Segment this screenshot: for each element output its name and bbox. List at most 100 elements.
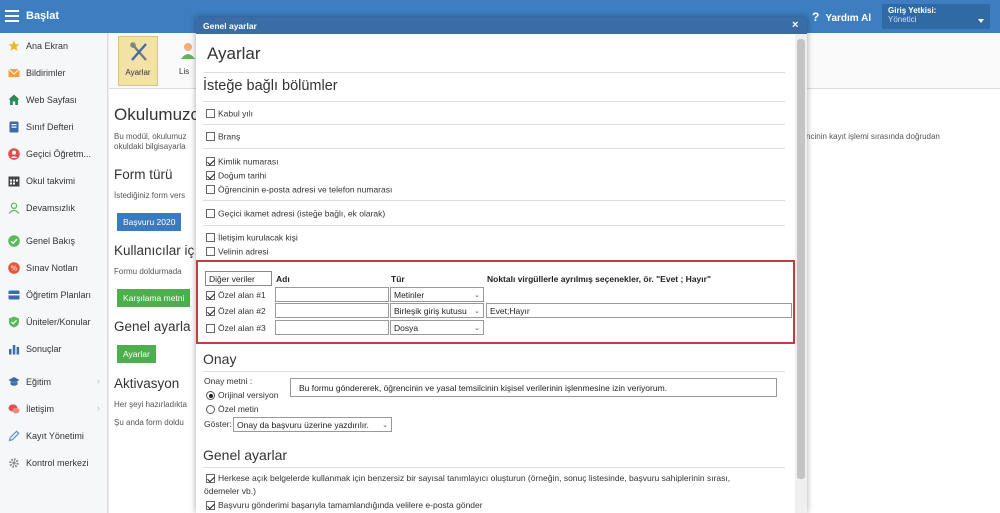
check-circle-icon	[8, 235, 20, 247]
star-icon	[8, 40, 20, 51]
welcome-text-button[interactable]: Karşılama metni	[117, 289, 191, 307]
checkbox[interactable]	[206, 291, 215, 301]
custom-field-row-3[interactable]: Özel alan #3	[206, 323, 266, 334]
checkbox[interactable]	[206, 474, 215, 484]
custom-field-row-2[interactable]: Özel alan #2	[206, 306, 266, 317]
activation-text-2: Şu anda form doldu	[114, 418, 184, 427]
sidebar-item-label: Web Sayfası	[26, 95, 77, 105]
checkbox-label: Kimlik numarası	[218, 156, 279, 167]
optional-field-birth-date[interactable]: Doğum tarihi	[206, 170, 266, 181]
divider	[203, 371, 785, 372]
radio-custom-text[interactable]: Özel metin	[206, 404, 259, 415]
sidebar-item-teaching-plans[interactable]: Öğretim Planları	[0, 284, 108, 306]
sidebar-item-school-calendar[interactable]: Okul takvimi	[0, 170, 108, 192]
optional-field-admission-year[interactable]: Kabul yılı	[206, 108, 253, 119]
ribbon-settings-button[interactable]: Ayarlar	[118, 36, 158, 86]
custom-field-3-name-input[interactable]	[275, 320, 389, 335]
radio-button[interactable]	[206, 391, 215, 401]
sidebar-item-registration[interactable]: Kayıt Yönetimi	[0, 425, 108, 447]
custom-field-1-type-select[interactable]: Metinler ⌄	[390, 287, 484, 302]
dialog-page-title: Ayarlar	[207, 44, 261, 63]
sidebar-item-control-center[interactable]: Kontrol merkezi	[0, 452, 108, 474]
checkbox[interactable]	[206, 132, 215, 142]
person-icon	[8, 148, 20, 160]
show-label: Göster:	[204, 419, 232, 429]
optional-sections-heading: İsteğe bağlı bölümler	[203, 78, 338, 94]
sidebar-item-overview[interactable]: Genel Bakış	[0, 230, 108, 252]
optional-field-id-number[interactable]: Kimlik numarası	[206, 156, 278, 167]
custom-field-1-name-input[interactable]	[275, 287, 389, 302]
svg-text:%: %	[11, 265, 18, 273]
caret-down-icon	[978, 19, 984, 23]
settings-dialog: Genel ayarlar × Ayarlar İsteğe bağlı böl…	[196, 17, 807, 513]
checkbox[interactable]	[206, 185, 215, 195]
bar-chart-icon	[9, 345, 20, 355]
sidebar-item-website[interactable]: Web Sayfası	[0, 89, 108, 111]
brand-title[interactable]: Başlat	[26, 10, 59, 22]
consent-text-box: Bu formu göndererek, öğrencinin ve yasal…	[290, 378, 777, 397]
envelope-icon	[8, 68, 20, 77]
sidebar-item-home[interactable]: Ana Ekran	[0, 35, 108, 57]
checkbox[interactable]	[206, 157, 215, 167]
divider	[203, 72, 785, 73]
sidebar-item-education[interactable]: Eğitim ›	[0, 371, 108, 393]
checkbox[interactable]	[206, 209, 215, 219]
custom-field-label: Özel alan #1	[218, 290, 266, 300]
settings-button[interactable]: Ayarlar	[117, 345, 156, 363]
sidebar-item-units-topics[interactable]: Üniteler/Konular	[0, 311, 108, 333]
sidebar-item-label: Genel Bakış	[26, 236, 76, 246]
checkbox[interactable]	[206, 247, 215, 257]
checkbox[interactable]	[206, 324, 215, 334]
custom-field-2-options-input[interactable]: Evet;Hayır	[486, 303, 792, 318]
application-2020-button[interactable]: Başvuru 2020	[117, 213, 182, 231]
custom-field-row-1[interactable]: Özel alan #1	[206, 290, 266, 301]
custom-field-3-type-select[interactable]: Dosya ⌄	[390, 320, 484, 335]
radio-button[interactable]	[206, 405, 215, 415]
sidebar-item-communication[interactable]: İletişim ›	[0, 398, 108, 420]
show-select[interactable]: Onay da başvuru üzerine yazdırılır. ⌄	[233, 417, 392, 432]
sidebar-item-exam-grades[interactable]: % Sınav Notları	[0, 257, 108, 279]
custom-field-2-name-input[interactable]	[275, 303, 389, 318]
radio-original-version[interactable]: Orijinal versiyon	[206, 390, 278, 401]
role-value: Yönetici	[888, 15, 917, 24]
optional-field-parent-address[interactable]: Velinin adresi	[206, 246, 269, 257]
sidebar-item-notifications[interactable]: Bildirimler	[0, 62, 108, 84]
optional-field-temporary-address[interactable]: Geçici ikamet adresi (isteğe bağlı, ek o…	[206, 208, 385, 219]
sidebar-item-results[interactable]: Sonuçlar	[0, 338, 108, 360]
role-label: Giriş Yetkisi:	[888, 6, 937, 15]
role-dropdown[interactable]: Giriş Yetkisi: Yönetici	[882, 4, 990, 29]
sidebar-item-label: Okul takvimi	[26, 176, 76, 186]
users-heading: Kullanıcılar iç	[114, 243, 195, 258]
optional-field-contact-person[interactable]: İletişim kurulacak kişi	[206, 232, 298, 243]
checkbox[interactable]	[206, 501, 215, 511]
radio-label: Orijinal versiyon	[218, 390, 279, 400]
option-email-parents[interactable]: Başvuru gönderimi başarıyla tamamlandığı…	[206, 500, 483, 511]
optional-field-email-phone[interactable]: Öğrencinin e-posta adresi ve telefon num…	[206, 184, 392, 195]
checkbox-label: Geçici ikamet adresi (isteğe bağlı, ek o…	[218, 208, 386, 219]
activation-heading: Aktivasyon	[114, 376, 180, 391]
chevron-down-icon: ⌄	[474, 292, 480, 299]
consent-text-label: Onay metni :	[204, 376, 253, 386]
ribbon-list-button[interactable]: Lis	[167, 36, 197, 86]
activation-text-1: Her şeyi hazırladıkta	[114, 400, 187, 409]
close-icon[interactable]: ×	[792, 19, 798, 31]
help-link[interactable]: ? Yardım Al	[812, 10, 871, 24]
users-text: Formu doldurmada	[114, 267, 182, 276]
notebook-icon	[9, 121, 19, 133]
checkbox[interactable]	[206, 109, 215, 119]
sidebar-item-absence[interactable]: Devamsızlık	[0, 197, 108, 219]
custom-field-2-type-select[interactable]: Birleşik giriş kutusu ⌄	[390, 303, 484, 318]
sidebar-item-class-book[interactable]: Sınıf Defteri	[0, 116, 108, 138]
sidebar-item-substitute-teacher[interactable]: Geçici Öğretm...	[0, 143, 108, 165]
scrollbar-thumb[interactable]	[797, 39, 805, 479]
checkbox[interactable]	[206, 171, 215, 181]
option-unique-identifier[interactable]: Herkese açık belgelerde kullanmak için b…	[206, 473, 730, 484]
dialog-header: Genel ayarlar ×	[196, 17, 807, 34]
users-icon	[181, 43, 195, 59]
checkbox[interactable]	[206, 233, 215, 243]
plan-icon	[8, 290, 20, 300]
other-data-header: Diğer veriler	[205, 271, 272, 286]
optional-field-branch[interactable]: Branş	[206, 131, 240, 142]
checkbox[interactable]	[206, 307, 215, 317]
hamburger-menu-icon[interactable]	[5, 10, 19, 22]
